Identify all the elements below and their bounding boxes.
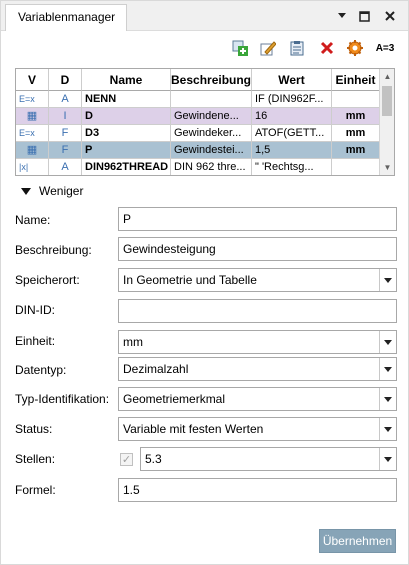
row-description: Gewindestei... [171, 142, 252, 159]
add-variable-icon[interactable] [231, 39, 249, 57]
description-label: Beschreibung: [15, 243, 92, 257]
storage-label: Speicherort: [15, 273, 80, 287]
row-type-icon: E=x [16, 125, 49, 142]
din-id-label: DIN-ID: [15, 303, 55, 317]
data-type-value: Dezimalzahl [123, 362, 189, 376]
row-type-icon: E=x [16, 91, 49, 108]
table-header: V D Name Beschreibung Wert Einheit [16, 69, 380, 91]
collapse-label: Weniger [39, 184, 84, 198]
table-row[interactable]: ▦ F P Gewindestei... 1,5 mm [16, 142, 380, 159]
row-description: DIN 962 thre... [171, 159, 252, 175]
column-header-d[interactable]: D [49, 69, 82, 91]
unit-select[interactable]: mm [118, 330, 397, 354]
digits-value: 5.3 [145, 452, 162, 466]
window-title-tab[interactable]: Variablenmanager [5, 4, 127, 31]
edit-variable-icon[interactable] [259, 39, 277, 57]
collapse-triangle-icon [21, 187, 31, 195]
status-label: Status: [15, 422, 53, 436]
delete-icon[interactable] [318, 39, 336, 57]
table-row[interactable]: |x| A DIN962THREAD DIN 962 thre... " 'Re… [16, 159, 380, 175]
type-identification-label: Typ-Identifikation: [15, 392, 110, 406]
digits-label: Stellen: [15, 452, 56, 466]
data-type-label: Datentyp: [15, 363, 67, 377]
variable-manager-window: Variablenmanager A=3 V D Name Beschreibu… [0, 0, 409, 565]
row-name: D3 [82, 125, 171, 142]
column-header-unit[interactable]: Einheit [332, 69, 380, 91]
digits-select[interactable]: 5.3 [140, 447, 397, 471]
row-table-icon: ▦ [16, 142, 49, 159]
row-name: D [82, 108, 171, 125]
chevron-down-icon[interactable] [379, 358, 396, 380]
row-unit [332, 159, 380, 175]
title-bar: Variablenmanager [1, 1, 408, 31]
chevron-down-icon[interactable] [379, 448, 396, 470]
table-row[interactable]: E=x A NENN IF (DIN962F... [16, 91, 380, 108]
formula-field[interactable]: 1.5 [118, 478, 397, 502]
row-unit: mm [332, 108, 380, 125]
row-description: Gewindeker... [171, 125, 252, 142]
data-type-select[interactable]: Dezimalzahl [118, 357, 397, 381]
column-header-v[interactable]: V [16, 69, 49, 91]
apply-button[interactable]: Übernehmen [319, 529, 396, 553]
status-select[interactable]: Variable mit festen Werten [118, 417, 397, 441]
scrollbar-thumb[interactable] [382, 86, 392, 116]
row-value: " 'Rechtsg... [252, 159, 332, 175]
row-d-icon: I [49, 108, 82, 125]
storage-value: In Geometrie und Tabelle [123, 273, 257, 287]
scroll-down-icon[interactable]: ▼ [380, 160, 394, 175]
row-name: P [82, 142, 171, 159]
table-vertical-scrollbar[interactable]: ▲ ▼ [379, 69, 394, 175]
row-name: DIN962THREAD [82, 159, 171, 175]
name-label: Name: [15, 213, 51, 227]
status-value: Variable mit festen Werten [123, 422, 264, 436]
variables-table: V D Name Beschreibung Wert Einheit E=x A… [15, 68, 395, 176]
chevron-down-icon[interactable] [379, 331, 396, 353]
row-d-icon: F [49, 125, 82, 142]
row-unit: mm [332, 125, 380, 142]
unit-label: Einheit: [15, 334, 56, 348]
row-value: 16 [252, 108, 332, 125]
row-table-icon: ▦ [16, 108, 49, 125]
formula-label: Formel: [15, 483, 56, 497]
row-type-icon: |x| [16, 159, 49, 175]
column-header-value[interactable]: Wert [252, 69, 332, 91]
row-d-icon: F [49, 142, 82, 159]
unit-value: mm [123, 335, 143, 349]
chevron-down-icon[interactable] [379, 269, 396, 291]
column-header-description[interactable]: Beschreibung [171, 69, 252, 91]
description-field[interactable]: Gewindesteigung [118, 237, 397, 261]
close-window-icon[interactable] [382, 8, 398, 24]
restore-window-icon[interactable] [356, 8, 372, 24]
row-description [171, 91, 252, 108]
chevron-down-icon[interactable] [379, 388, 396, 410]
row-description: Gewindene... [171, 108, 252, 125]
name-field[interactable]: P [118, 207, 397, 231]
row-unit [332, 91, 380, 108]
din-id-field[interactable] [118, 299, 397, 323]
collapse-details-toggle[interactable]: Weniger [21, 184, 83, 198]
scroll-up-icon[interactable]: ▲ [380, 69, 394, 84]
row-value: 1,5 [252, 142, 332, 159]
window-menu-dropdown-icon[interactable] [334, 8, 350, 24]
copy-clipboard-icon[interactable] [288, 39, 306, 57]
row-name: NENN [82, 91, 171, 108]
assign-icon[interactable]: A=3 [373, 39, 397, 57]
chevron-down-icon[interactable] [379, 418, 396, 440]
row-unit: mm [332, 142, 380, 159]
table-row[interactable]: E=x F D3 Gewindeker... ATOF(GETT... mm [16, 125, 380, 142]
storage-select[interactable]: In Geometrie und Tabelle [118, 268, 397, 292]
row-d-icon: A [49, 159, 82, 175]
digits-checkbox[interactable]: ✓ [120, 453, 133, 466]
column-header-name[interactable]: Name [82, 69, 171, 91]
settings-gear-icon[interactable] [346, 39, 364, 57]
row-value: ATOF(GETT... [252, 125, 332, 142]
row-value: IF (DIN962F... [252, 91, 332, 108]
type-identification-value: Geometriemerkmal [123, 392, 226, 406]
row-d-icon: A [49, 91, 82, 108]
type-identification-select[interactable]: Geometriemerkmal [118, 387, 397, 411]
table-row[interactable]: ▦ I D Gewindene... 16 mm [16, 108, 380, 125]
